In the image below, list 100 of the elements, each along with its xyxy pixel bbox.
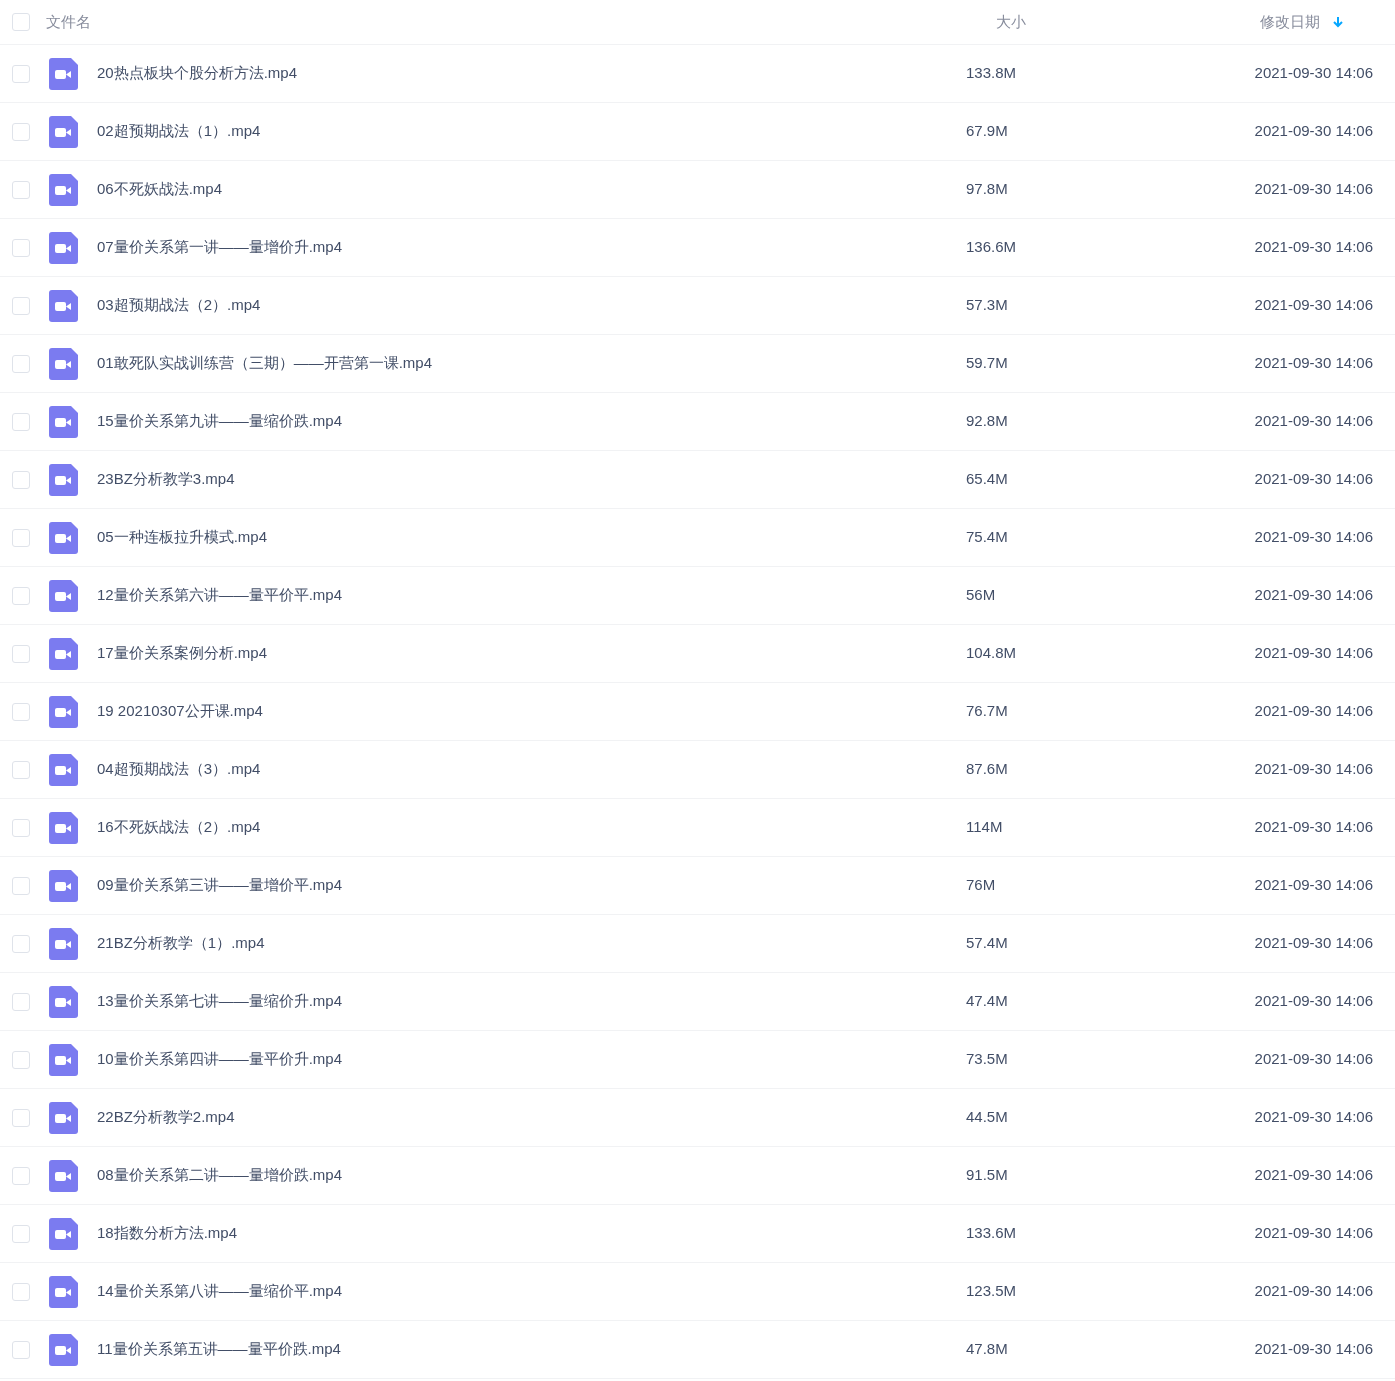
video-file-icon <box>49 927 78 960</box>
file-name[interactable]: 17量价关系案例分析.mp4 <box>97 644 268 662</box>
file-size: 92.8M <box>966 412 1008 430</box>
file-name[interactable]: 14量价关系第八讲——量缩价平.mp4 <box>97 1282 343 1300</box>
checkbox[interactable] <box>12 760 30 779</box>
file-name[interactable]: 20热点板块个股分析方法.mp4 <box>97 64 298 82</box>
file-name[interactable]: 04超预期战法（3）.mp4 <box>97 760 261 778</box>
checkbox[interactable] <box>12 122 30 141</box>
file-name[interactable]: 05一种连板拉升模式.mp4 <box>97 528 268 546</box>
modified-date: 2021-09-30 14:06 <box>1254 817 1373 838</box>
modified-date: 2021-09-30 14:06 <box>1254 1107 1373 1128</box>
file-name[interactable]: 23BZ分析教学3.mp4 <box>97 470 235 488</box>
file-name[interactable]: 03超预期战法（2）.mp4 <box>97 296 261 314</box>
checkbox[interactable] <box>12 238 30 257</box>
video-file-icon <box>49 1159 78 1192</box>
checkbox[interactable] <box>12 64 30 83</box>
file-name[interactable]: 22BZ分析教学2.mp4 <box>97 1108 235 1126</box>
modified-date: 2021-09-30 14:06 <box>1254 1281 1373 1302</box>
checkbox[interactable] <box>12 528 30 547</box>
checkbox[interactable] <box>12 818 30 837</box>
file-name[interactable]: 12量价关系第六讲——量平价平.mp4 <box>97 586 343 604</box>
file-name[interactable]: 02超预期战法（1）.mp4 <box>97 122 261 140</box>
file-size: 75.4M <box>966 528 1008 546</box>
file-name[interactable]: 19 20210307公开课.mp4 <box>97 702 263 720</box>
file-name[interactable]: 06不死妖战法.mp4 <box>97 180 223 198</box>
modified-date: 2021-09-30 14:06 <box>1254 527 1373 548</box>
modified-date: 2021-09-30 14:06 <box>1254 469 1373 490</box>
modified-date: 2021-09-30 14:06 <box>1254 875 1373 896</box>
file-size: 73.5M <box>966 1050 1008 1068</box>
modified-date: 2021-09-30 14:06 <box>1254 63 1373 84</box>
checkbox[interactable] <box>12 1340 30 1359</box>
file-size: 97.8M <box>966 180 1008 198</box>
file-size: 57.3M <box>966 296 1008 314</box>
column-header[interactable]: 大小 <box>996 10 1026 34</box>
checkbox[interactable] <box>12 412 30 431</box>
file-name[interactable]: 11量价关系第五讲——量平价跌.mp4 <box>97 1340 341 1358</box>
video-file-icon <box>49 637 78 670</box>
video-file-icon <box>49 289 78 322</box>
checkbox[interactable] <box>12 1108 30 1127</box>
checkbox[interactable] <box>12 702 30 721</box>
video-file-icon <box>49 1217 78 1250</box>
file-size: 76.7M <box>966 702 1008 720</box>
checkbox[interactable] <box>12 13 30 31</box>
file-size: 76M <box>966 876 996 894</box>
file-name[interactable]: 16不死妖战法（2）.mp4 <box>97 818 261 836</box>
checkbox[interactable] <box>12 586 30 605</box>
modified-date: 2021-09-30 14:06 <box>1254 643 1373 664</box>
file-name[interactable]: 08量价关系第二讲——量增价跌.mp4 <box>97 1166 343 1184</box>
down-arrow-icon[interactable] <box>1332 16 1344 28</box>
file-name[interactable]: 13量价关系第七讲——量缩价升.mp4 <box>97 992 343 1010</box>
video-file-icon <box>49 869 78 902</box>
video-file-icon <box>49 231 78 264</box>
checkbox[interactable] <box>12 354 30 373</box>
video-file-icon <box>49 695 78 728</box>
checkbox[interactable] <box>12 876 30 895</box>
file-name[interactable]: 10量价关系第四讲——量平价升.mp4 <box>97 1050 343 1068</box>
modified-date: 2021-09-30 14:06 <box>1254 1165 1373 1186</box>
modified-date: 2021-09-30 14:06 <box>1254 353 1373 374</box>
checkbox[interactable] <box>12 470 30 489</box>
video-file-icon <box>49 753 78 786</box>
video-file-icon <box>49 1333 78 1366</box>
file-name[interactable]: 01敢死队实战训练营（三期）——开营第一课.mp4 <box>97 354 433 372</box>
video-file-icon <box>49 811 78 844</box>
modified-date: 2021-09-30 14:06 <box>1254 1049 1373 1070</box>
checkbox[interactable] <box>12 1166 30 1185</box>
file-name[interactable]: 07量价关系第一讲——量增价升.mp4 <box>97 238 343 256</box>
file-size: 114M <box>966 818 1003 836</box>
checkbox[interactable] <box>12 180 30 199</box>
checkbox[interactable] <box>12 992 30 1011</box>
modified-date: 2021-09-30 14:06 <box>1254 295 1373 316</box>
file-name[interactable]: 15量价关系第九讲——量缩价跌.mp4 <box>97 412 343 430</box>
modified-date: 2021-09-30 14:06 <box>1254 121 1373 142</box>
file-size: 56M <box>966 586 996 604</box>
checkbox[interactable] <box>12 1224 30 1243</box>
checkbox[interactable] <box>12 1050 30 1069</box>
modified-date: 2021-09-30 14:06 <box>1254 411 1373 432</box>
file-size: 136.6M <box>966 238 1017 256</box>
video-file-icon <box>49 463 78 496</box>
checkbox[interactable] <box>12 644 30 663</box>
checkbox[interactable] <box>12 934 30 953</box>
file-size: 57.4M <box>966 934 1008 952</box>
modified-date: 2021-09-30 14:06 <box>1254 759 1373 780</box>
checkbox[interactable] <box>12 1282 30 1301</box>
video-file-icon <box>49 347 78 380</box>
video-file-icon <box>49 57 78 90</box>
modified-date: 2021-09-30 14:06 <box>1254 237 1373 258</box>
file-name[interactable]: 09量价关系第三讲——量增价平.mp4 <box>97 876 343 894</box>
video-file-icon <box>49 1101 78 1134</box>
file-name[interactable]: 21BZ分析教学（1）.mp4 <box>97 934 265 952</box>
checkbox[interactable] <box>12 296 30 315</box>
file-size: 87.6M <box>966 760 1008 778</box>
modified-date: 2021-09-30 14:06 <box>1254 585 1373 606</box>
column-header[interactable]: 修改日期 <box>1260 10 1320 34</box>
modified-date: 2021-09-30 14:06 <box>1254 991 1373 1012</box>
column-header[interactable]: 文件名 <box>46 10 91 34</box>
file-size: 59.7M <box>966 354 1008 372</box>
file-size: 133.8M <box>966 64 1017 82</box>
video-file-icon <box>49 985 78 1018</box>
video-file-icon <box>49 1043 78 1076</box>
file-name[interactable]: 18指数分析方法.mp4 <box>97 1224 238 1242</box>
